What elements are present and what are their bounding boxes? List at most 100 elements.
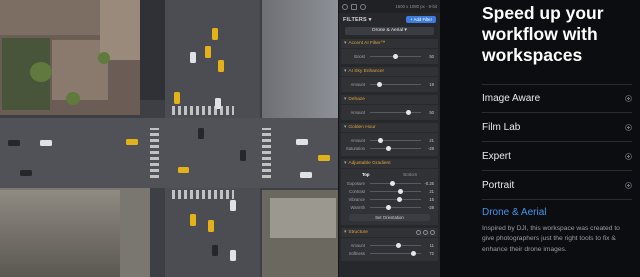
slider-row: Contrast 21	[345, 187, 434, 195]
slider-handle[interactable]	[398, 188, 404, 194]
chevron-down-icon[interactable]: ▾	[344, 161, 346, 166]
car	[198, 128, 204, 139]
active-workspace-description: Inspired by DJI, this workspace was crea…	[482, 225, 620, 253]
filter-section-title: Dehaze	[348, 97, 365, 102]
filter-section-header[interactable]: ▾ Golden Hour	[341, 123, 438, 133]
slider-label: Amount	[350, 109, 365, 115]
taxi	[174, 92, 180, 104]
chevron-down-icon[interactable]: ▾	[344, 97, 346, 102]
slider-track[interactable]	[370, 242, 421, 248]
headline: Speed up your workflow with workspaces	[482, 3, 604, 65]
filter-section-header[interactable]: ▾ Adjustable Gradient	[341, 159, 438, 169]
workspace-item-label: Image Aware	[482, 93, 541, 104]
chevron-down-icon[interactable]: ▾	[344, 230, 346, 235]
slider-row: Amount 50	[345, 108, 434, 116]
chevron-down-icon[interactable]: ▾	[344, 125, 346, 130]
slider-track[interactable]	[370, 109, 421, 115]
slider-handle[interactable]	[385, 204, 391, 210]
slider-track[interactable]	[370, 53, 421, 59]
slider-label: Softness	[348, 250, 365, 256]
filter-section-header[interactable]: ▾ Dehaze	[341, 95, 438, 105]
building-block	[270, 198, 336, 238]
car	[20, 170, 32, 176]
histogram-icon[interactable]	[342, 3, 348, 10]
slider-track[interactable]	[370, 180, 421, 186]
slider-handle[interactable]	[390, 180, 396, 186]
tree	[30, 62, 52, 82]
workspace-item-label: Portrait	[482, 179, 515, 191]
slider-row: Softness 72	[345, 249, 434, 257]
plus-icon[interactable]	[625, 123, 632, 131]
slider-row: Boost 50	[345, 52, 434, 60]
slider-value[interactable]: 11	[424, 243, 434, 248]
workspace-item-expert[interactable]: Expert	[482, 142, 632, 171]
plus-icon[interactable]	[625, 181, 632, 189]
slider-row: Exposure -0.25	[345, 179, 434, 187]
slider-label: Amount	[350, 81, 365, 87]
filter-section-header[interactable]: ▾ AI Sky Enhancer	[341, 67, 438, 77]
workspace-select[interactable]: Drone & Aerial ▾	[345, 27, 434, 35]
filter-section-header[interactable]: ▾ Accent AI Filter™	[341, 39, 438, 49]
slider-value[interactable]: -0.25	[424, 181, 434, 186]
workspace-item-portrait[interactable]: Portrait	[482, 171, 632, 200]
filters-label[interactable]: FILTERS ▾	[343, 17, 372, 23]
car	[296, 139, 308, 145]
set-orientation-button[interactable]: Set Orientation	[349, 214, 430, 221]
mask-icon[interactable]	[416, 230, 421, 235]
info-icon[interactable]	[360, 3, 366, 10]
car	[215, 98, 221, 109]
active-workspace-title[interactable]: Drone & Aerial	[482, 207, 546, 218]
filter-section-title: Golden Hour	[348, 125, 376, 130]
slider-value[interactable]: -28	[424, 146, 434, 151]
slider-track[interactable]	[370, 81, 421, 87]
slider-handle[interactable]	[378, 137, 384, 143]
slider-track[interactable]	[370, 196, 421, 202]
slider-value[interactable]: 72	[424, 251, 434, 256]
filter-section-title: Structure	[348, 230, 368, 235]
car	[240, 150, 246, 161]
plus-icon[interactable]	[625, 152, 632, 160]
filter-section-body: Amount 50	[341, 105, 438, 120]
slider-handle[interactable]	[377, 81, 383, 87]
slider-label: Saturation	[345, 145, 365, 151]
tab-bottom[interactable]: Bottom	[403, 172, 417, 177]
filter-section: ▾ Adjustable Gradient Top Bottom Exposure -0.…	[341, 159, 438, 225]
chevron-down-icon[interactable]: ▾	[344, 69, 346, 74]
slider-handle[interactable]	[405, 109, 411, 115]
layers-icon[interactable]	[351, 3, 357, 10]
plus-icon[interactable]	[625, 95, 632, 102]
slider-handle[interactable]	[396, 196, 402, 202]
slider-track[interactable]	[370, 204, 421, 210]
taxi	[212, 28, 218, 40]
slider-track[interactable]	[370, 145, 421, 151]
slider-label: Vibrance	[348, 196, 365, 202]
chevron-down-icon[interactable]: ▾	[344, 41, 346, 46]
slider-row: Saturation -28	[345, 144, 434, 152]
slider-value[interactable]: 19	[424, 82, 434, 87]
slider-track[interactable]	[370, 137, 421, 143]
tab-top[interactable]: Top	[362, 172, 370, 177]
slider-value[interactable]: -28	[424, 205, 434, 210]
visibility-icon[interactable]	[430, 230, 435, 235]
section-actions	[416, 230, 435, 235]
slider-value[interactable]: 21	[424, 138, 434, 143]
slider-value[interactable]: 50	[424, 110, 434, 115]
slider-handle[interactable]	[395, 242, 401, 248]
slider-value[interactable]: 15	[424, 197, 434, 202]
settings-icon[interactable]	[423, 230, 428, 235]
workspace-item-label: Film Lab	[482, 121, 521, 133]
slider-handle[interactable]	[411, 250, 417, 256]
slider-track[interactable]	[370, 250, 421, 256]
workspace-item-film-lab[interactable]: Film Lab	[482, 113, 632, 142]
taxi	[190, 214, 196, 226]
filter-section-header[interactable]: ▾ Structure	[341, 228, 438, 238]
workspace-item-image-aware[interactable]: Image Aware	[482, 84, 632, 113]
workspace-list: Image Aware Film Lab Expert Portrait	[482, 84, 632, 200]
filter-section-body: Top Bottom Exposure -0.25 Contrast 21 Vibrance…	[341, 169, 438, 225]
slider-value[interactable]: 50	[424, 54, 434, 59]
slider-track[interactable]	[370, 188, 421, 194]
slider-value[interactable]: 21	[424, 189, 434, 194]
add-filter-button[interactable]: + Add Filter	[406, 16, 436, 23]
slider-handle[interactable]	[385, 145, 391, 151]
slider-handle[interactable]	[393, 53, 398, 59]
